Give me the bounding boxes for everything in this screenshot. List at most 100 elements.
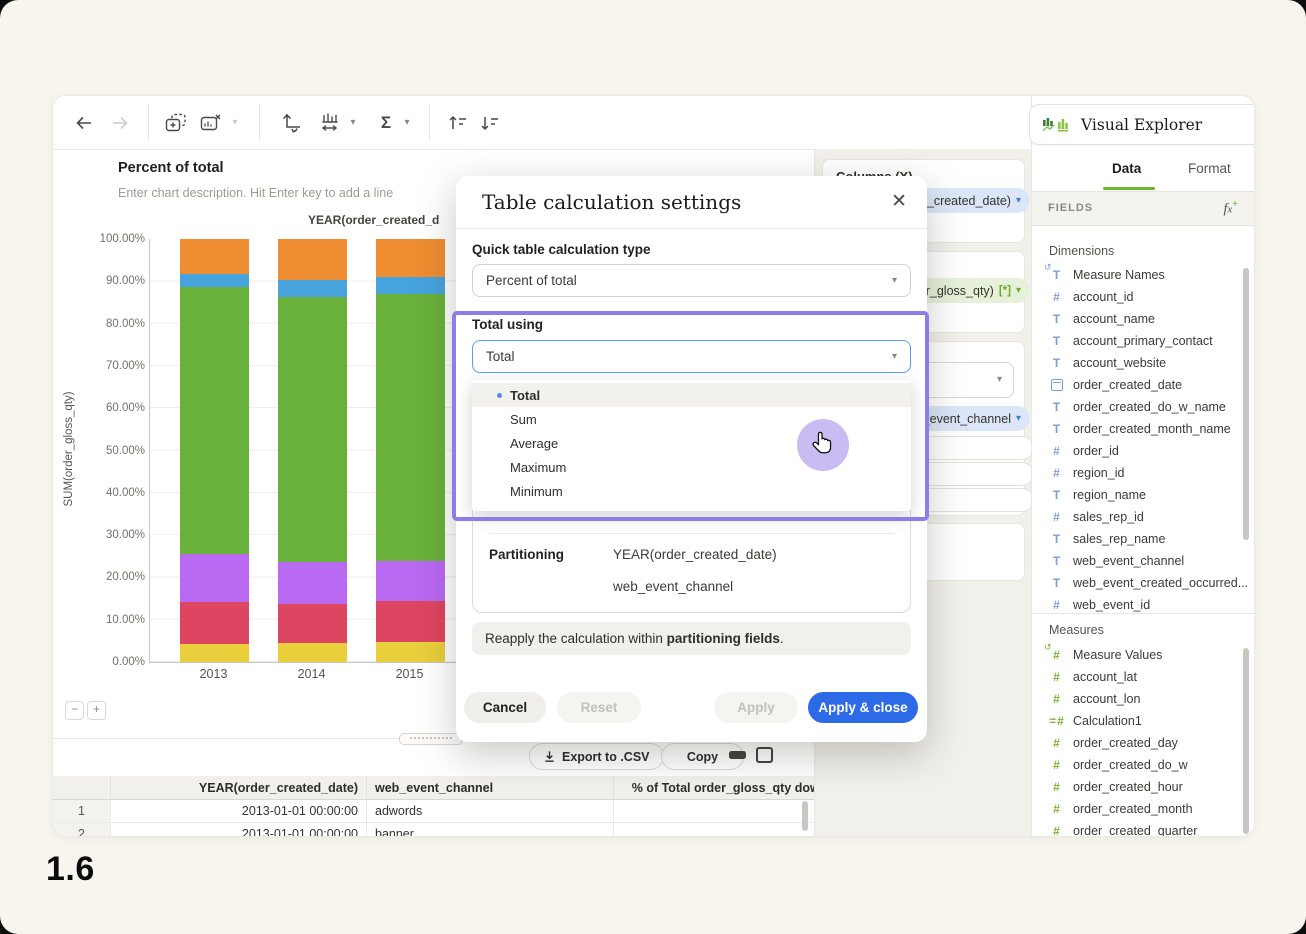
copy-label: Copy	[687, 750, 718, 764]
bar-segment[interactable]	[376, 601, 445, 642]
table-scrollbar[interactable]	[802, 801, 808, 831]
field-label: account_lon	[1073, 692, 1140, 706]
tab-data[interactable]: Data	[1112, 161, 1141, 176]
field-item[interactable]: #order_created_day	[1049, 732, 1249, 754]
bar-segment[interactable]	[376, 294, 445, 560]
zoom-in-button[interactable]: +	[87, 701, 106, 720]
total-using-select[interactable]: Total ▾	[472, 340, 911, 373]
maximize-panel-icon[interactable]	[756, 747, 773, 763]
bar-segment[interactable]	[278, 239, 347, 280]
back-icon[interactable]	[71, 110, 97, 136]
quick-calc-select[interactable]: Percent of total ▾	[472, 264, 911, 297]
sort-descending-icon[interactable]	[477, 110, 503, 136]
field-item[interactable]: Torder_created_do_w_name	[1049, 396, 1249, 418]
visual-explorer-switcher[interactable]: Visual Explorer ▾	[1029, 104, 1255, 145]
field-item[interactable]: Tweb_event_created_occurred...	[1049, 572, 1249, 594]
chevron-down-icon: ▾	[892, 352, 897, 362]
bar-segment[interactable]	[278, 280, 347, 297]
close-icon[interactable]: ✕	[891, 190, 907, 213]
duplicate-chart-icon[interactable]	[163, 110, 189, 136]
swap-axes-icon[interactable]	[278, 110, 304, 136]
field-label: account_website	[1073, 356, 1166, 370]
field-item[interactable]: #account_id	[1049, 286, 1249, 308]
stacked-bar-2013[interactable]	[180, 239, 249, 662]
field-item[interactable]: #region_id	[1049, 462, 1249, 484]
stacked-bar-2015[interactable]	[376, 239, 445, 662]
field-item[interactable]: Taccount_name	[1049, 308, 1249, 330]
apply-close-button[interactable]: Apply & close	[808, 692, 918, 723]
dropdown-option-sum[interactable]: Sum	[472, 407, 911, 431]
text-icon: T	[1049, 532, 1064, 546]
sort-ascending-icon[interactable]	[445, 110, 471, 136]
chevron-down-icon[interactable]: ▾	[228, 110, 242, 136]
chart-type-icon[interactable]	[318, 110, 344, 136]
field-item[interactable]: #order_created_quarter	[1049, 820, 1249, 837]
field-item[interactable]: Taccount_website	[1049, 352, 1249, 374]
bar-segment[interactable]	[278, 562, 347, 604]
bar-segment[interactable]	[278, 604, 347, 643]
field-item[interactable]: #order_created_hour	[1049, 776, 1249, 798]
hash-icon: #	[1049, 736, 1064, 750]
dropdown-option-total[interactable]: Total	[472, 383, 911, 407]
field-item[interactable]: #sales_rep_id	[1049, 506, 1249, 528]
bar-segment[interactable]	[180, 287, 249, 554]
field-item[interactable]: Tregion_name	[1049, 484, 1249, 506]
export-csv-button[interactable]: Export to .CSV	[529, 743, 664, 770]
bar-segment[interactable]	[376, 642, 445, 662]
reset-button[interactable]: Reset	[557, 692, 641, 723]
bar-segment[interactable]	[376, 277, 445, 294]
field-item[interactable]: #account_lon	[1049, 688, 1249, 710]
add-calculation-icon[interactable]: fx+	[1224, 199, 1238, 218]
tab-format[interactable]: Format	[1188, 161, 1231, 176]
bar-segment[interactable]	[180, 239, 249, 274]
dropdown-option-minimum[interactable]: Minimum	[472, 479, 911, 503]
field-item[interactable]: =#Calculation1	[1049, 710, 1249, 732]
dimensions-scrollbar[interactable]	[1243, 268, 1249, 540]
bar-segment[interactable]	[180, 274, 249, 287]
field-label: region_id	[1073, 466, 1124, 480]
bar-segment[interactable]	[278, 643, 347, 662]
y-axis-ticks: 100.00%90.00%80.00%70.00%60.00%50.00%40.…	[75, 239, 145, 662]
bar-segment[interactable]	[180, 644, 249, 662]
field-item[interactable]: order_created_date	[1049, 374, 1249, 396]
bar-segment[interactable]	[278, 297, 347, 562]
minimize-panel-icon[interactable]	[729, 751, 746, 759]
delete-chart-icon[interactable]	[198, 110, 224, 136]
chevron-down-icon[interactable]: ▾	[400, 110, 414, 136]
field-item[interactable]: #order_created_do_w	[1049, 754, 1249, 776]
panel-resize-handle[interactable]	[399, 733, 463, 745]
dimensions-header: Dimensions	[1049, 244, 1114, 258]
field-item[interactable]: #order_created_month	[1049, 798, 1249, 820]
zoom-out-button[interactable]: −	[65, 701, 84, 720]
field-item[interactable]: #order_id	[1049, 440, 1249, 462]
y-tick-label: 70.00%	[75, 360, 145, 372]
chevron-down-icon: ▾	[1016, 413, 1021, 424]
measures-list: ↺#Measure Values#account_lat#account_lon…	[1049, 644, 1249, 837]
note-prefix: Reapply the calculation within	[485, 631, 667, 646]
cancel-button[interactable]: Cancel	[464, 692, 546, 723]
bar-segment[interactable]	[376, 239, 445, 277]
aggregate-sigma-icon[interactable]: Σ	[373, 110, 399, 136]
field-item[interactable]: ↺TMeasure Names	[1049, 264, 1249, 286]
y-tick-label: 100.00%	[75, 233, 145, 245]
bar-segment[interactable]	[180, 554, 249, 602]
dropdown-option-maximum[interactable]: Maximum	[472, 455, 911, 479]
field-item[interactable]: Torder_created_month_name	[1049, 418, 1249, 440]
field-label: account_name	[1073, 312, 1155, 326]
field-item[interactable]: Tweb_event_channel	[1049, 550, 1249, 572]
chevron-down-icon[interactable]: ▾	[346, 110, 360, 136]
x-tick-label: 2014	[277, 667, 346, 681]
bar-segment[interactable]	[180, 602, 249, 644]
table-cell: 2013-01-01 00:00:00	[111, 823, 367, 838]
dropdown-option-average[interactable]: Average	[472, 431, 911, 455]
chart-description-input[interactable]: Enter chart description. Hit Enter key t…	[118, 186, 393, 200]
forward-icon[interactable]	[107, 110, 133, 136]
bar-segment[interactable]	[376, 561, 445, 602]
stacked-bar-2014[interactable]	[278, 239, 347, 662]
field-item[interactable]: Taccount_primary_contact	[1049, 330, 1249, 352]
field-item[interactable]: Tsales_rep_name	[1049, 528, 1249, 550]
apply-button[interactable]: Apply	[714, 692, 798, 723]
measures-scrollbar[interactable]	[1243, 648, 1249, 834]
field-item[interactable]: ↺#Measure Values	[1049, 644, 1249, 666]
field-item[interactable]: #account_lat	[1049, 666, 1249, 688]
